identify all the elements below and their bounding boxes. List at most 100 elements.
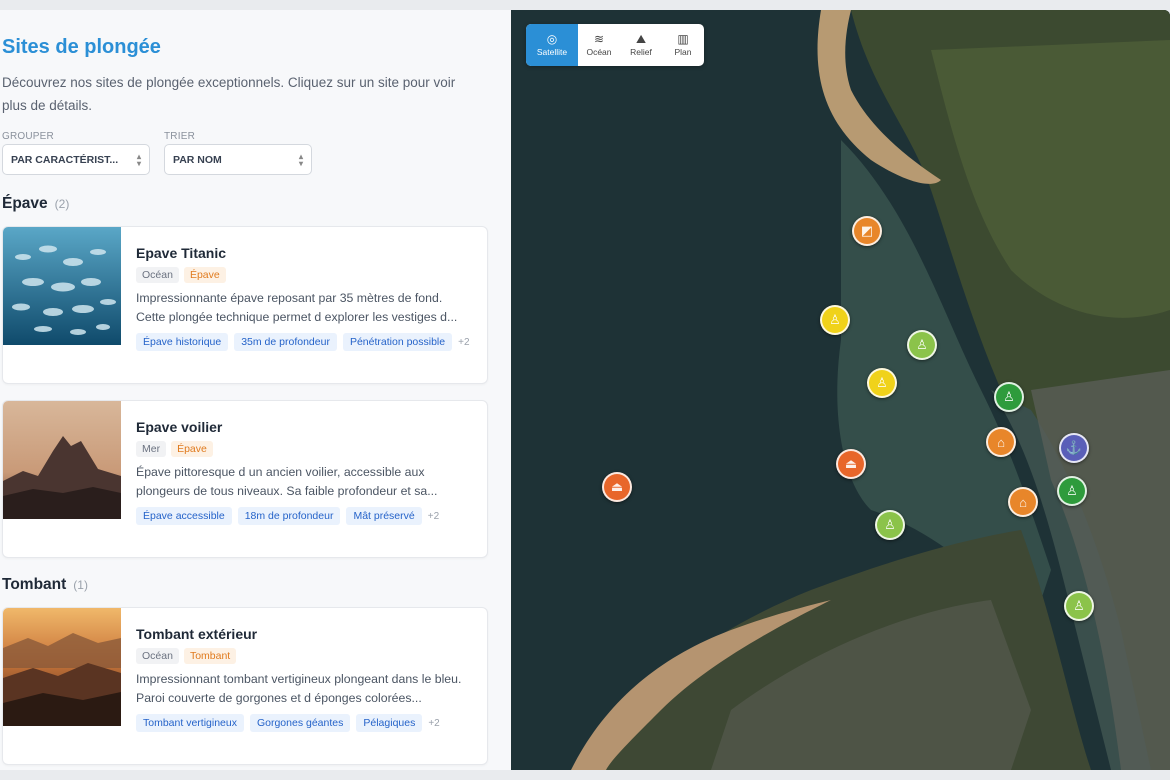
satellite-map[interactable]: ◎ Satellite ≋ Océan ⛰ Relief ▥ Plan ◩ ♙ … — [511, 10, 1170, 770]
feature-tag: Tombant vertigineux — [136, 714, 244, 732]
group-label: GROUPER — [2, 131, 54, 142]
diver-icon: ♙ — [1003, 389, 1015, 404]
dive-site-marker-diver[interactable]: ♙ — [820, 305, 850, 335]
page-title: Sites de plongée — [2, 36, 161, 58]
dive-site-marker-diver[interactable]: ♙ — [994, 382, 1024, 412]
layer-label: Plan — [674, 47, 692, 57]
waves-icon: ≋ — [593, 32, 605, 46]
diver-icon: ♙ — [876, 375, 888, 390]
site-photo-mountain — [3, 401, 121, 519]
group-header: Épave (2) — [2, 195, 487, 213]
sort-label: TRIER — [164, 131, 195, 142]
dive-site-marker-diver[interactable]: ♙ — [1057, 476, 1087, 506]
site-card-body: Epave voilier Mer Épave Épave pittoresqu… — [121, 401, 487, 557]
sort-select-value: PAR NOM — [173, 153, 222, 166]
site-card[interactable]: Epave Titanic Océan Épave Impressionnant… — [2, 226, 488, 384]
more-tags-count: +2 — [428, 717, 440, 729]
boat-icon: ⏏ — [844, 456, 858, 471]
layer-label: Relief — [630, 47, 652, 57]
feature-tag: 18m de profondeur — [237, 507, 341, 525]
diver-icon: ♙ — [884, 517, 896, 532]
environment-badge: Mer — [136, 441, 167, 457]
group-count: (2) — [54, 197, 70, 211]
diver-icon: ♙ — [829, 312, 841, 327]
wreck-icon: ◩ — [860, 223, 874, 238]
feature-tag: 35m de profondeur — [234, 333, 337, 351]
dive-site-marker-diver[interactable]: ♙ — [875, 510, 905, 540]
group-select-value: PAR CARACTÉRIST... — [11, 153, 119, 166]
boat-icon: ⏏ — [610, 479, 624, 494]
site-card[interactable]: Tombant extérieur Océan Tombant Impressi… — [2, 607, 488, 765]
feature-tag: Pénétration possible — [342, 333, 453, 351]
dive-site-marker-diver[interactable]: ♙ — [1064, 591, 1094, 621]
filter-controls: GROUPER PAR CARACTÉRIST... ▴ ▾ TRIER PAR … — [2, 131, 487, 175]
site-description: Épave pittoresque d un ancien voilier, a… — [136, 465, 438, 498]
sidebar: Sites de plongée Découvrez nos sites de … — [0, 10, 511, 770]
app-frame: Sites de plongée Découvrez nos sites de … — [0, 10, 1170, 770]
layer-label: Océan — [586, 47, 612, 57]
layer-label: Satellite — [536, 47, 568, 57]
site-tags: Épave historique 35m de profondeur Pénét… — [136, 333, 473, 351]
layer-satellite-button[interactable]: ◎ Satellite — [526, 24, 578, 66]
site-photo-fish — [3, 227, 121, 345]
map-icon: ▥ — [677, 32, 689, 46]
type-badge: Tombant — [183, 648, 237, 664]
site-badges: Océan Épave — [136, 267, 473, 283]
group-control: GROUPER PAR CARACTÉRIST... ▴ ▾ — [2, 131, 150, 175]
dive-site-marker-anchor[interactable]: ⚓ — [1059, 433, 1089, 463]
site-title: Epave voilier — [136, 419, 223, 435]
environment-badge: Océan — [136, 648, 179, 664]
page-intro: Découvrez nos sites de plongée exception… — [2, 75, 456, 113]
feature-tag: Pélagiques — [356, 714, 423, 732]
map-layer-switcher: ◎ Satellite ≋ Océan ⛰ Relief ▥ Plan — [526, 24, 704, 66]
more-tags-count: +2 — [458, 336, 470, 348]
feature-tag: Mât préservé — [346, 507, 422, 525]
globe-icon: ◎ — [546, 32, 558, 46]
group-name: Épave — [2, 195, 48, 212]
boat-icon: ⌂ — [997, 434, 1005, 450]
mountain-icon: ⛰ — [635, 32, 647, 46]
select-arrows-icon: ▴ ▾ — [136, 151, 141, 168]
site-card[interactable]: Epave voilier Mer Épave Épave pittoresqu… — [2, 400, 488, 558]
layer-ocean-button[interactable]: ≋ Océan — [578, 24, 620, 66]
type-badge: Épave — [171, 441, 213, 457]
group-name: Tombant — [2, 576, 67, 593]
dive-site-marker-diver[interactable]: ♙ — [907, 330, 937, 360]
group-select[interactable]: PAR CARACTÉRIST... ▴ ▾ — [2, 144, 150, 175]
map-satellite-imagery — [511, 10, 1170, 770]
site-description: Impressionnante épave reposant par 35 mè… — [136, 291, 458, 324]
site-title: Epave Titanic — [136, 245, 227, 261]
diver-icon: ♙ — [916, 337, 928, 352]
boat-icon: ⌂ — [1019, 494, 1027, 510]
site-tags: Tombant vertigineux Gorgones géantes Pél… — [136, 714, 473, 732]
site-photo-cliff — [3, 608, 121, 726]
site-title: Tombant extérieur — [136, 626, 258, 642]
anchor-icon: ⚓ — [1065, 440, 1083, 455]
site-tags: Épave accessible 18m de profondeur Mât p… — [136, 507, 473, 525]
sort-control: TRIER PAR NOM ▴ ▾ — [164, 131, 312, 175]
dive-site-marker-boat[interactable]: ⏏ — [602, 472, 632, 502]
site-badges: Océan Tombant — [136, 648, 473, 664]
sort-select[interactable]: PAR NOM ▴ ▾ — [164, 144, 312, 175]
layer-relief-button[interactable]: ⛰ Relief — [620, 24, 662, 66]
diver-icon: ♙ — [1066, 483, 1078, 498]
site-badges: Mer Épave — [136, 441, 473, 457]
dive-site-marker-boat[interactable]: ⏏ — [836, 449, 866, 479]
site-card-body: Epave Titanic Océan Épave Impressionnant… — [121, 227, 487, 383]
more-tags-count: +2 — [427, 510, 440, 522]
select-arrows-icon: ▴ ▾ — [298, 151, 303, 168]
feature-tag: Épave historique — [136, 333, 229, 351]
site-description: Impressionnant tombant vertigineux plong… — [136, 672, 462, 705]
diver-icon: ♙ — [1073, 598, 1085, 613]
layer-plan-button[interactable]: ▥ Plan — [662, 24, 704, 66]
dive-site-marker-boat[interactable]: ⌂ — [986, 427, 1016, 457]
group-header: Tombant (1) — [2, 576, 487, 594]
feature-tag: Gorgones géantes — [249, 714, 351, 732]
dive-site-marker-wreck[interactable]: ◩ — [852, 216, 882, 246]
dive-site-marker-boat[interactable]: ⌂ — [1008, 487, 1038, 517]
group-count: (1) — [73, 578, 88, 592]
environment-badge: Océan — [136, 267, 179, 283]
site-card-body: Tombant extérieur Océan Tombant Impressi… — [121, 608, 487, 764]
dive-site-marker-diver[interactable]: ♙ — [867, 368, 897, 398]
feature-tag: Épave accessible — [136, 507, 232, 525]
